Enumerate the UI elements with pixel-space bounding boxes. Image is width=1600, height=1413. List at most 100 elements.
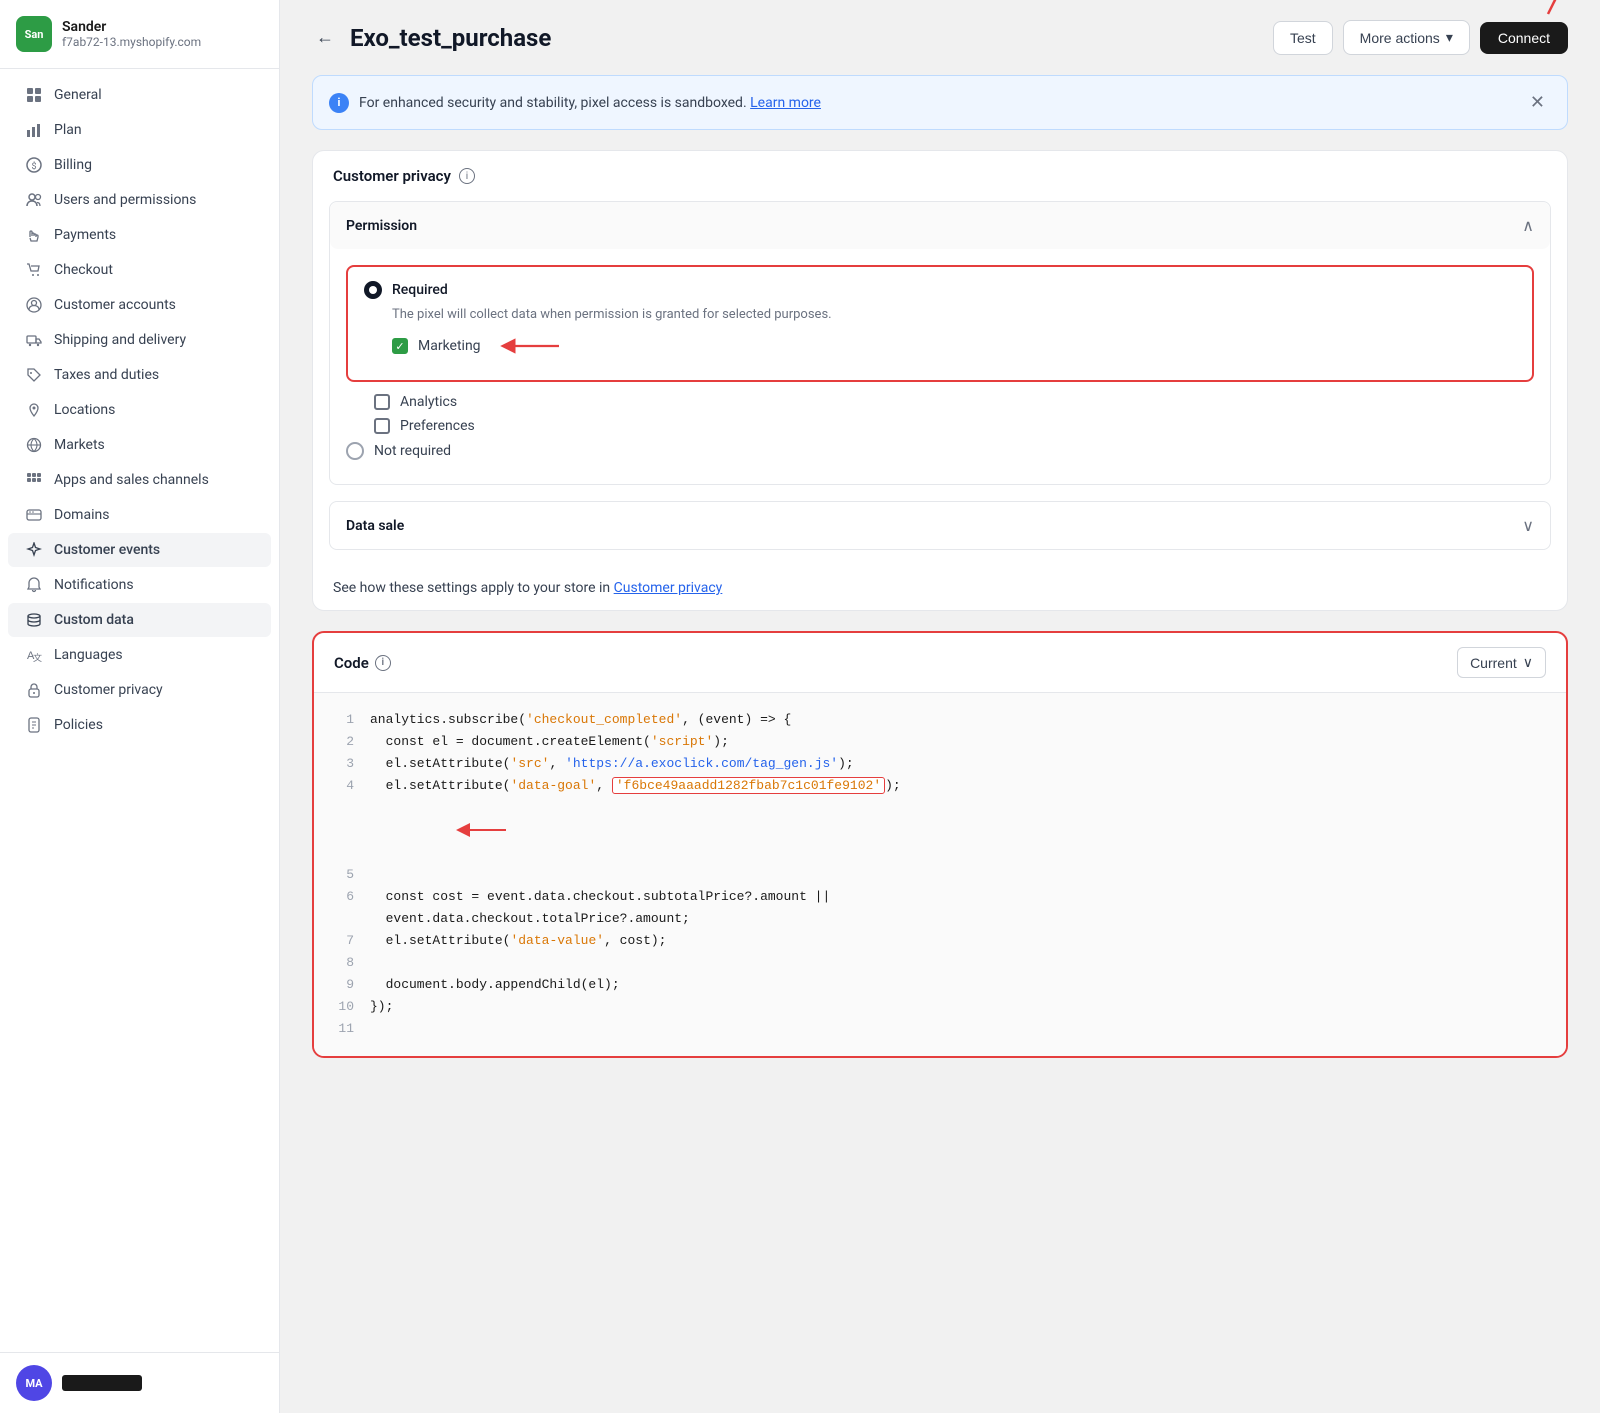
required-desc: The pixel will collect data when permiss… bbox=[392, 307, 1516, 322]
sidebar-avatar: San bbox=[16, 16, 52, 52]
translate-icon: A文 bbox=[24, 647, 44, 663]
code-body: 1 analytics.subscribe('checkout_complete… bbox=[314, 693, 1566, 1056]
sidebar-item-customer-privacy[interactable]: Customer privacy bbox=[8, 673, 271, 707]
dollar-icon: $ bbox=[24, 157, 44, 173]
connect-arrow-annotation bbox=[1518, 0, 1578, 24]
sidebar-item-payments[interactable]: Payments bbox=[8, 218, 271, 252]
apps-icon bbox=[24, 472, 44, 488]
chart-icon bbox=[24, 122, 44, 138]
code-card: Code i Current ∨ 1 analytics.subscribe('… bbox=[312, 631, 1568, 1058]
sidebar-item-domains[interactable]: Domains bbox=[8, 498, 271, 532]
preferences-checkbox[interactable] bbox=[374, 418, 390, 434]
sidebar-item-label: Custom data bbox=[54, 612, 134, 628]
sidebar-item-label: Plan bbox=[54, 122, 82, 138]
sidebar-item-checkout[interactable]: Checkout bbox=[8, 253, 271, 287]
customer-privacy-link[interactable]: Customer privacy bbox=[614, 580, 723, 596]
sidebar-item-label: Domains bbox=[54, 507, 109, 523]
back-button[interactable]: ← bbox=[312, 23, 338, 52]
customer-privacy-header: Customer privacy i bbox=[313, 151, 1567, 201]
sidebar-item-label: Policies bbox=[54, 717, 103, 733]
sidebar-item-shipping[interactable]: Shipping and delivery bbox=[8, 323, 271, 357]
tag-icon bbox=[24, 367, 44, 383]
truck-icon bbox=[24, 332, 44, 348]
sidebar-item-languages[interactable]: A文 Languages bbox=[8, 638, 271, 672]
sidebar-item-label: Markets bbox=[54, 437, 105, 453]
globe-icon bbox=[24, 437, 44, 453]
data-sale-accordion-header[interactable]: Data sale ∨ bbox=[330, 502, 1550, 549]
person-circle-icon bbox=[24, 297, 44, 313]
sidebar-item-taxes[interactable]: Taxes and duties bbox=[8, 358, 271, 392]
lock-icon bbox=[24, 682, 44, 698]
customer-privacy-info-icon[interactable]: i bbox=[459, 168, 475, 184]
test-button[interactable]: Test bbox=[1273, 21, 1333, 55]
code-line-6b: event.data.checkout.totalPrice?.amount; bbox=[334, 908, 1546, 930]
required-radio[interactable] bbox=[364, 281, 382, 299]
sparkle-icon bbox=[24, 542, 44, 558]
info-banner-left: i For enhanced security and stability, p… bbox=[329, 93, 821, 113]
info-icon: i bbox=[329, 93, 349, 113]
sidebar-item-plan[interactable]: Plan bbox=[8, 113, 271, 147]
preferences-checkbox-row: Preferences bbox=[374, 418, 1534, 434]
sidebar-item-label: Taxes and duties bbox=[54, 367, 159, 383]
code-line-11: 11 bbox=[334, 1018, 1546, 1040]
code-line-1: 1 analytics.subscribe('checkout_complete… bbox=[334, 709, 1546, 731]
code-version-button[interactable]: Current ∨ bbox=[1457, 647, 1546, 678]
code-line-4: 4 el.setAttribute('data-goal', 'f6bce49a… bbox=[334, 775, 1546, 863]
learn-more-link[interactable]: Learn more bbox=[750, 95, 821, 111]
database-icon bbox=[24, 612, 44, 628]
page-title: Exo_test_purchase bbox=[350, 24, 551, 52]
sidebar-item-apps[interactable]: Apps and sales channels bbox=[8, 463, 271, 497]
document-icon bbox=[24, 717, 44, 733]
privacy-link-row: See how these settings apply to your sto… bbox=[313, 566, 1567, 610]
sidebar-nav: General Plan $ Billing Users and permiss… bbox=[0, 69, 279, 1352]
code-line-8: 8 bbox=[334, 952, 1546, 974]
sidebar-item-customer-events[interactable]: Customer events bbox=[8, 533, 271, 567]
more-actions-button[interactable]: More actions ▾ bbox=[1343, 20, 1470, 55]
cart-icon bbox=[24, 262, 44, 278]
analytics-checkbox[interactable] bbox=[374, 394, 390, 410]
sidebar-item-label: Apps and sales channels bbox=[54, 472, 209, 488]
chevron-down-icon: ∨ bbox=[1523, 654, 1533, 671]
sidebar-item-label: Notifications bbox=[54, 577, 134, 593]
code-line-2: 2 const el = document.createElement('scr… bbox=[334, 731, 1546, 753]
sidebar-item-users[interactable]: Users and permissions bbox=[8, 183, 271, 217]
sidebar-item-label: Languages bbox=[54, 647, 123, 663]
required-label: Required bbox=[392, 282, 448, 298]
marketing-checkbox[interactable]: ✓ bbox=[392, 338, 408, 354]
permission-required-box: Required The pixel will collect data whe… bbox=[346, 265, 1534, 382]
sidebar-item-policies[interactable]: Policies bbox=[8, 708, 271, 742]
preferences-label: Preferences bbox=[400, 418, 475, 434]
not-required-radio[interactable] bbox=[346, 442, 364, 460]
checkmark-icon: ✓ bbox=[395, 340, 404, 353]
sidebar-item-label: Users and permissions bbox=[54, 192, 196, 208]
customer-privacy-card: Customer privacy i Permission ∧ Required bbox=[312, 150, 1568, 611]
sidebar-item-markets[interactable]: Markets bbox=[8, 428, 271, 462]
code-title: Code i bbox=[334, 654, 391, 672]
chevron-down-icon: ▾ bbox=[1446, 29, 1453, 46]
sidebar-item-general[interactable]: General bbox=[8, 78, 271, 112]
code-line-7: 7 el.setAttribute('data-value', cost); bbox=[334, 930, 1546, 952]
permission-accordion: Permission ∧ Required The pixel will col… bbox=[329, 201, 1551, 485]
info-banner: i For enhanced security and stability, p… bbox=[312, 75, 1568, 130]
sidebar-item-label: Billing bbox=[54, 157, 92, 173]
marketing-checkbox-row: ✓ Marketing bbox=[392, 334, 1516, 358]
sidebar-item-locations[interactable]: Locations bbox=[8, 393, 271, 427]
code-line-3: 3 el.setAttribute('src', 'https://a.exoc… bbox=[334, 753, 1546, 775]
data-sale-accordion: Data sale ∨ bbox=[329, 501, 1551, 550]
analytics-label: Analytics bbox=[400, 394, 457, 410]
svg-text:$: $ bbox=[31, 161, 36, 172]
code-info-icon[interactable]: i bbox=[375, 655, 391, 671]
permission-accordion-header[interactable]: Permission ∧ bbox=[330, 202, 1550, 249]
sidebar-item-customer-accounts[interactable]: Customer accounts bbox=[8, 288, 271, 322]
main-content: ← Exo_test_purchase Test More actions ▾ … bbox=[280, 0, 1600, 1413]
person-icon bbox=[24, 192, 44, 208]
connect-button[interactable]: Connect bbox=[1480, 22, 1568, 54]
sidebar-item-notifications[interactable]: Notifications bbox=[8, 568, 271, 602]
sidebar-item-billing[interactable]: $ Billing bbox=[8, 148, 271, 182]
sidebar-item-custom-data[interactable]: Custom data bbox=[8, 603, 271, 637]
data-sale-accordion-title: Data sale bbox=[346, 518, 404, 534]
sidebar-item-label: Customer privacy bbox=[54, 682, 163, 698]
code-line-5: 5 bbox=[334, 864, 1546, 886]
not-required-row: Not required bbox=[346, 442, 1534, 460]
close-banner-button[interactable]: ✕ bbox=[1524, 90, 1551, 115]
